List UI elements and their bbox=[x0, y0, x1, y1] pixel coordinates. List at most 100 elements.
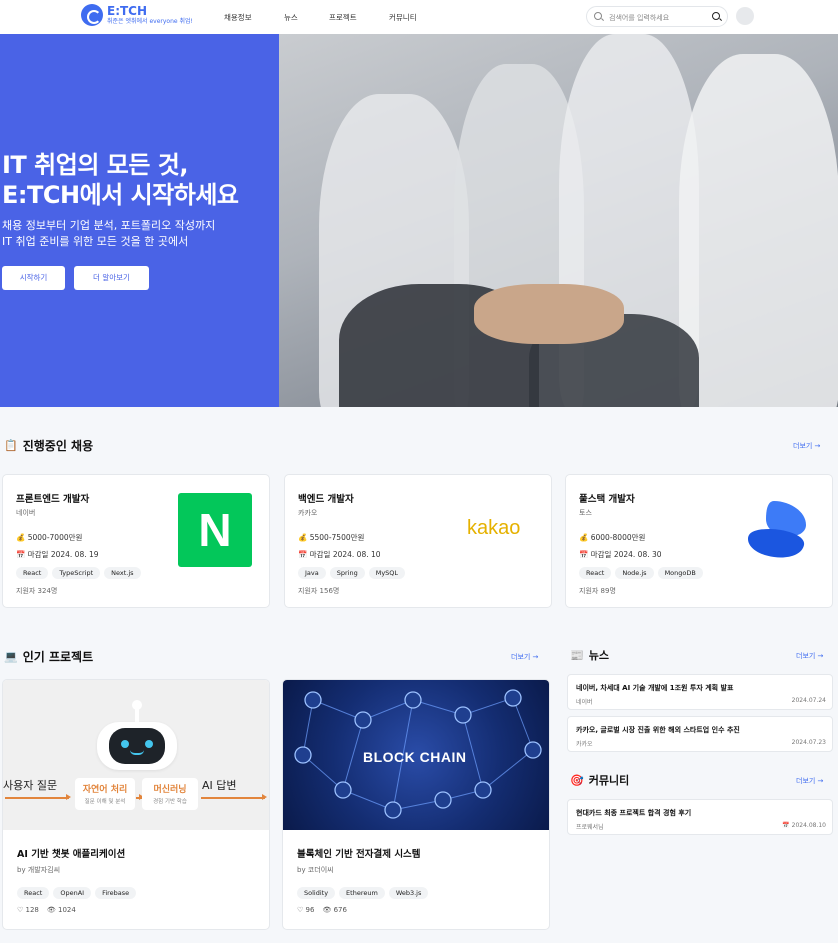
hero-title: IT 취업의 모든 것, E:TCH에서 시작하세요 bbox=[2, 151, 239, 209]
likes[interactable]: ♡ 128 bbox=[17, 906, 39, 914]
job-company: 토스 bbox=[579, 509, 592, 517]
calendar-icon: 📅 bbox=[782, 822, 790, 829]
nav-item-news[interactable]: 뉴스 bbox=[284, 12, 298, 23]
job-card[interactable]: 풀스택 개발자 토스 💰 6000-8000만원 📅 마감일 2024. 08.… bbox=[565, 474, 833, 608]
start-button[interactable]: 시작하기 bbox=[2, 266, 65, 290]
news-date: 2024.07.23 bbox=[791, 739, 826, 746]
news-title: 카카오, 글로벌 시장 진출 위한 해외 스타트업 인수 추진 bbox=[576, 726, 740, 734]
projects-section-title: 💻 인기 프로젝트 bbox=[4, 650, 94, 664]
search-placeholder: 검색어를 입력하세요 bbox=[609, 14, 670, 22]
jobs-more-link[interactable]: 더보기 → bbox=[793, 441, 820, 451]
project-title: AI 기반 챗봇 애플리케이션 bbox=[17, 849, 126, 860]
job-deadline: 📅 마감일 2024. 08. 19 bbox=[16, 550, 99, 559]
community-more-link[interactable]: 더보기 → bbox=[796, 776, 823, 786]
tag: Node.js bbox=[615, 567, 654, 579]
tag: MongoDB bbox=[657, 567, 703, 579]
flow-arrow bbox=[201, 794, 267, 800]
job-title: 풀스택 개발자 bbox=[579, 494, 635, 505]
news-source: 카카오 bbox=[576, 741, 593, 748]
news-title: 네이버, 차세대 AI 기술 개발에 1조원 투자 계획 발표 bbox=[576, 684, 734, 692]
community-post[interactable]: 현대카드 최종 프로젝트 합격 경험 후기 프로웨서님 📅 2024.08.10 bbox=[567, 799, 833, 835]
tag: Web3.js bbox=[388, 887, 429, 899]
tag: Java bbox=[298, 567, 326, 579]
post-date: 📅 2024.08.10 bbox=[782, 822, 826, 829]
project-tags: Solidity Ethereum Web3.js bbox=[297, 887, 429, 899]
news-section-title: 📰 뉴스 bbox=[570, 648, 609, 663]
user-question-label: 사용자 질문 bbox=[3, 779, 58, 792]
tag: Ethereum bbox=[339, 887, 385, 899]
likes[interactable]: ♡ 96 bbox=[297, 906, 314, 914]
post-author: 프로웨서님 bbox=[576, 824, 604, 831]
project-author: by 개발자김씨 bbox=[17, 866, 61, 874]
tag: React bbox=[17, 887, 50, 899]
job-card[interactable]: 프론트엔드 개발자 네이버 💰 5000-7000만원 📅 마감일 2024. … bbox=[2, 474, 270, 608]
hero-subtitle: 채용 정보부터 기업 분석, 포트폴리오 작성까지 IT 취업 준비를 위한 모… bbox=[2, 219, 216, 248]
search-input[interactable]: 검색어를 입력하세요 bbox=[586, 6, 728, 27]
tag: Spring bbox=[329, 567, 365, 579]
target-icon: 🎯 bbox=[570, 773, 584, 787]
projects-more-link[interactable]: 더보기 → bbox=[511, 652, 538, 662]
news-item[interactable]: 카카오, 글로벌 시장 진출 위한 해외 스타트업 인수 추진 카카오 2024… bbox=[567, 716, 833, 752]
eye-icon: 👁 bbox=[46, 906, 56, 914]
tag: Solidity bbox=[297, 887, 336, 899]
project-author: by 코더이씨 bbox=[297, 866, 334, 874]
job-deadline: 📅 마감일 2024. 08. 30 bbox=[579, 550, 662, 559]
nlp-box: 자연어 처리 질문 이해 및 분석 bbox=[75, 778, 135, 810]
eye-icon: 👁 bbox=[322, 906, 332, 914]
project-tags: React OpenAI Firebase bbox=[17, 887, 137, 899]
robot-antenna-stem bbox=[135, 706, 139, 722]
tag: OpenAI bbox=[53, 887, 92, 899]
community-section-title: 🎯 커뮤니티 bbox=[570, 773, 630, 788]
logo[interactable]: E:TCH 취준은 엣취에서 everyone 취업! bbox=[81, 4, 193, 26]
views: 👁 676 bbox=[322, 906, 347, 914]
job-company: 카카오 bbox=[298, 509, 318, 517]
search-submit-icon[interactable] bbox=[712, 12, 720, 20]
hero-image bbox=[279, 34, 838, 407]
robot-eye bbox=[121, 740, 129, 748]
blockchain-label: BLOCK CHAIN bbox=[363, 749, 467, 765]
search-icon bbox=[594, 12, 602, 20]
newspaper-icon: 📰 bbox=[570, 648, 584, 662]
project-image: 사용자 질문 자연어 처리 질문 이해 및 분석 머신러닝 경험 기반 학습 A… bbox=[3, 680, 269, 830]
learn-more-button[interactable]: 더 알아보기 bbox=[74, 266, 149, 290]
project-stats: ♡ 96 👁 676 bbox=[297, 906, 347, 914]
nav-item-projects[interactable]: 프로젝트 bbox=[329, 12, 357, 23]
flow-arrow bbox=[5, 794, 71, 800]
job-applicants: 지원자 89명 bbox=[579, 587, 616, 595]
nav-item-jobs[interactable]: 채용정보 bbox=[224, 12, 252, 23]
job-tags: React Node.js MongoDB bbox=[579, 567, 703, 579]
nav-item-community[interactable]: 커뮤니티 bbox=[389, 12, 417, 23]
laptop-icon: 💻 bbox=[4, 650, 18, 663]
heart-icon: ♡ bbox=[17, 906, 24, 914]
tag: React bbox=[579, 567, 612, 579]
job-salary: 💰 5500-7500만원 bbox=[298, 533, 365, 542]
job-applicants: 지원자 156명 bbox=[298, 587, 340, 595]
news-item[interactable]: 네이버, 차세대 AI 기술 개발에 1조원 투자 계획 발표 네이버 2024… bbox=[567, 674, 833, 710]
job-tags: Java Spring MySQL bbox=[298, 567, 406, 579]
naver-logo: N bbox=[178, 493, 252, 567]
job-card[interactable]: 백엔드 개발자 카카오 💰 5500-7500만원 📅 마감일 2024. 08… bbox=[284, 474, 552, 608]
project-card[interactable]: 사용자 질문 자연어 처리 질문 이해 및 분석 머신러닝 경험 기반 학습 A… bbox=[2, 679, 270, 930]
project-card[interactable]: BLOCK CHAIN 블록체인 기반 전자결제 시스템 by 코더이씨 Sol… bbox=[282, 679, 550, 930]
ml-box: 머신러닝 경험 기반 학습 bbox=[142, 778, 198, 810]
logo-mark-icon bbox=[81, 4, 103, 26]
project-stats: ♡ 128 👁 1024 bbox=[17, 906, 76, 914]
news-more-link[interactable]: 더보기 → bbox=[796, 651, 823, 661]
jobs-section-title: 📋 진행중인 채용 bbox=[4, 439, 94, 453]
ai-answer-label: AI 답변 bbox=[202, 779, 237, 792]
project-title: 블록체인 기반 전자결제 시스템 bbox=[297, 849, 421, 860]
tag: TypeScript bbox=[52, 567, 101, 579]
job-deadline: 📅 마감일 2024. 08. 10 bbox=[298, 550, 381, 559]
job-salary: 💰 5000-7000만원 bbox=[16, 533, 83, 542]
tag: Firebase bbox=[95, 887, 137, 899]
toss-logo bbox=[748, 501, 806, 558]
job-salary: 💰 6000-8000만원 bbox=[579, 533, 646, 542]
job-company: 네이버 bbox=[16, 509, 36, 517]
heart-icon: ♡ bbox=[297, 906, 304, 914]
avatar[interactable] bbox=[736, 7, 754, 25]
tag: Next.js bbox=[104, 567, 141, 579]
project-image: BLOCK CHAIN bbox=[283, 680, 549, 830]
job-title: 백엔드 개발자 bbox=[298, 494, 354, 505]
news-source: 네이버 bbox=[576, 699, 593, 706]
views: 👁 1024 bbox=[46, 906, 76, 914]
